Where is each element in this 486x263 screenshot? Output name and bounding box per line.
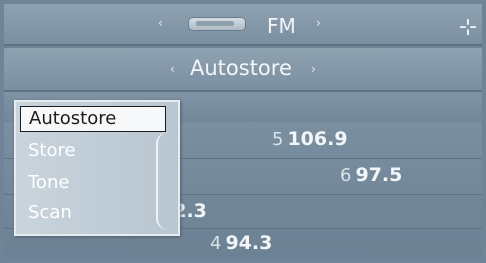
menu-item-scan[interactable]: Scan [28, 202, 72, 223]
menu-item-store[interactable]: Store [28, 140, 76, 161]
station-index: 4 [210, 233, 222, 254]
station-index: 6 [340, 165, 352, 186]
options-menu: Autostore Store Tone Scan [14, 100, 180, 236]
band-label: FM [267, 14, 296, 38]
station-row[interactable]: 6 97.5 [340, 164, 402, 186]
radio-band-icon [188, 17, 246, 31]
station-row[interactable]: 4 94.3 [210, 232, 272, 254]
function-left-arrow-icon[interactable]: ‹ [170, 62, 175, 76]
menu-item-autostore[interactable]: Autostore [20, 106, 166, 132]
radio-screen: ‹ FM › ⊹ ‹ Autostore › 5 106.9 6 97.5 92.3… [0, 0, 486, 263]
function-label: Autostore [190, 56, 292, 80]
menu-item-tone[interactable]: Tone [28, 172, 69, 193]
menu-scroll-bracket [156, 132, 176, 230]
band-bar[interactable]: ‹ FM › ⊹ [4, 4, 482, 46]
band-left-arrow-icon[interactable]: ‹ [158, 16, 163, 30]
station-frequency: 94.3 [225, 232, 273, 254]
function-right-arrow-icon[interactable]: › [311, 62, 316, 76]
station-index: 5 [272, 129, 284, 150]
band-right-arrow-icon[interactable]: › [316, 16, 321, 30]
station-row[interactable]: 5 106.9 [272, 128, 348, 150]
station-frequency: 97.5 [355, 164, 403, 186]
station-frequency: 106.9 [287, 128, 348, 150]
function-bar[interactable]: ‹ Autostore › [4, 48, 482, 92]
navigation-dial-icon[interactable]: ⊹ [454, 14, 482, 42]
